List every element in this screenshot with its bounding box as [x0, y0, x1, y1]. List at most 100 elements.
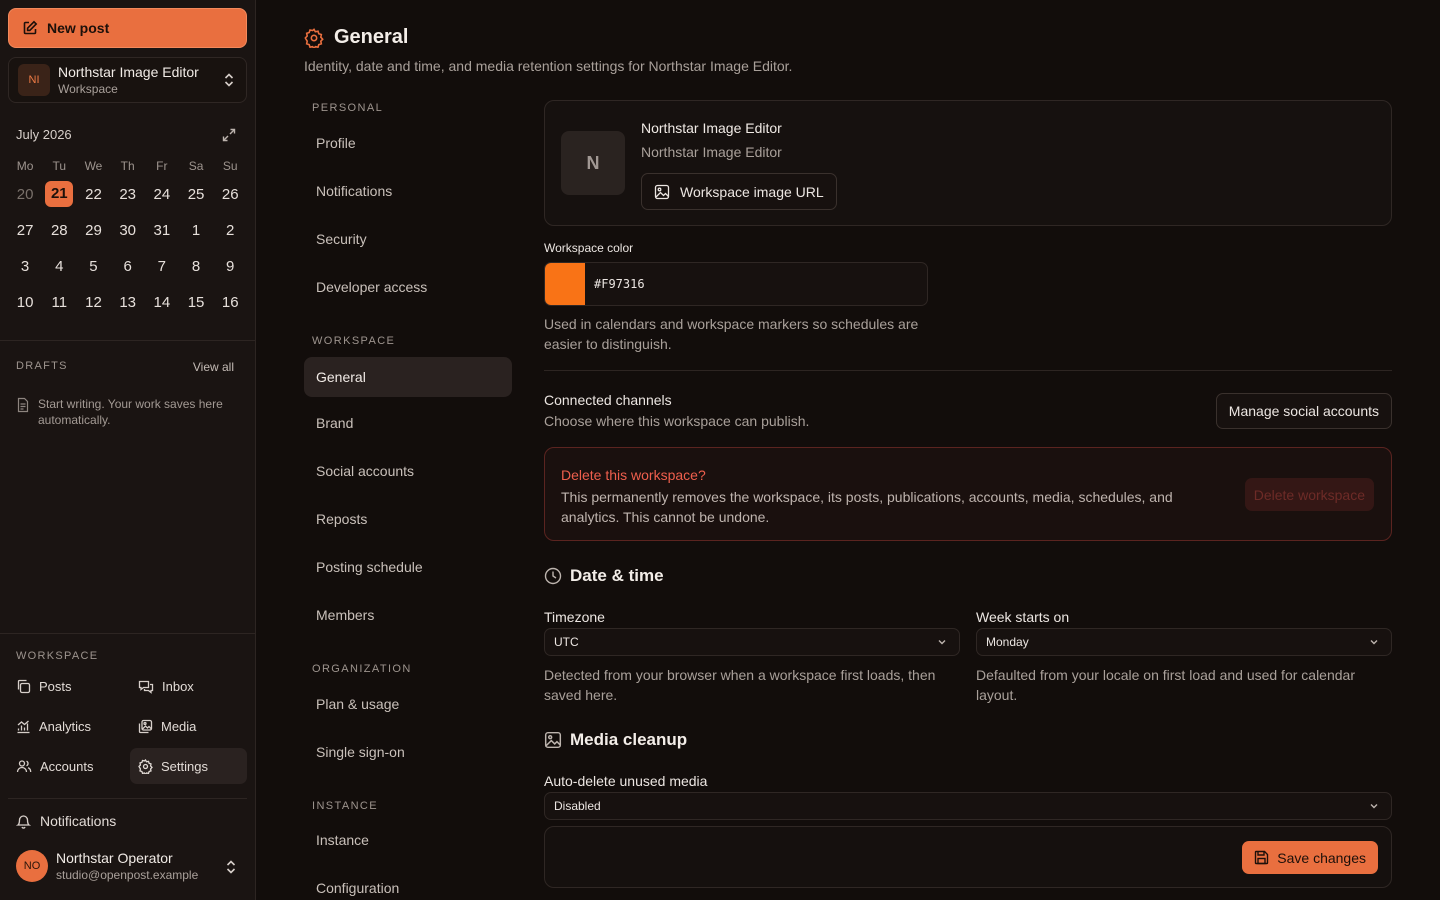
sidebar: New post NI Northstar Image Editor Works…	[0, 0, 256, 900]
sidebar-divider	[0, 340, 255, 341]
workspace-color-value[interactable]: #F97316	[594, 277, 645, 291]
media-cleanup-heading: Media cleanup	[544, 730, 687, 750]
calendar-day[interactable]: 30	[111, 222, 145, 239]
timezone-select[interactable]: UTC	[544, 628, 960, 656]
weekday-label: Fr	[156, 159, 168, 173]
nav-inbox[interactable]: Inbox	[130, 668, 247, 704]
settings-nav-plan-usage[interactable]: Plan & usage	[304, 684, 512, 724]
settings-nav-brand[interactable]: Brand	[304, 403, 512, 443]
page-title: General	[304, 26, 408, 49]
view-all-drafts-link[interactable]: View all	[193, 360, 234, 374]
user-menu[interactable]: NO Northstar Operator studio@openpost.ex…	[16, 850, 246, 882]
manage-social-accounts-button[interactable]: Manage social accounts	[1215, 393, 1392, 429]
save-changes-button[interactable]: Save changes	[1242, 841, 1378, 874]
calendar-day[interactable]: 10	[8, 294, 42, 311]
inbox-icon	[138, 680, 154, 694]
calendar-day[interactable]: 14	[145, 294, 179, 311]
settings-nav-reposts[interactable]: Reposts	[304, 499, 512, 539]
mini-calendar: Mo Tu We Th Fr Sa Su 20 21 22 23 24 25 2…	[8, 156, 248, 320]
calendar-day[interactable]: 8	[179, 258, 213, 275]
calendar-day-today[interactable]: 21	[42, 181, 76, 207]
nav-analytics[interactable]: Analytics	[8, 708, 130, 744]
calendar-day[interactable]: 20	[8, 186, 42, 203]
settings-nav-members[interactable]: Members	[304, 595, 512, 635]
notifications-link[interactable]: Notifications	[16, 813, 116, 829]
settings-nav-notifications[interactable]: Notifications	[304, 171, 512, 211]
notifications-label: Notifications	[40, 813, 117, 829]
chevron-down-icon	[938, 640, 946, 645]
settings-nav-instance[interactable]: Instance	[304, 820, 512, 860]
weekday-label: We	[84, 159, 103, 173]
settings-nav-social-accounts[interactable]: Social accounts	[304, 451, 512, 491]
workspace-image-url-label: Workspace image URL	[680, 183, 824, 200]
delete-workspace-button[interactable]: Delete workspace	[1244, 478, 1374, 511]
settings-nav-developer-access[interactable]: Developer access	[304, 267, 512, 307]
calendar-day[interactable]: 25	[179, 186, 213, 203]
new-post-button[interactable]: New post	[8, 8, 247, 48]
calendar-day[interactable]: 29	[76, 222, 110, 239]
sidebar-divider	[8, 798, 247, 799]
settings-nav-organization-label: ORGANIZATION	[312, 663, 412, 675]
date-time-heading: Date & time	[544, 566, 664, 586]
calendar-day[interactable]: 22	[76, 186, 110, 203]
calendar-day[interactable]: 23	[111, 186, 145, 203]
settings-nav-posting-schedule[interactable]: Posting schedule	[304, 547, 512, 587]
identity-subtitle: Northstar Image Editor	[641, 144, 782, 160]
calendar-day[interactable]: 13	[111, 294, 145, 311]
week-start-label: Week starts on	[976, 609, 1070, 625]
weekday-label: Sa	[188, 159, 204, 173]
nav-posts[interactable]: Posts	[8, 668, 130, 704]
settings-nav-configuration[interactable]: Configuration	[304, 868, 512, 900]
delete-workspace-text: This permanently removes the workspace, …	[561, 489, 1173, 525]
user-email: studio@openpost.example	[56, 868, 199, 882]
workspace-type: Workspace	[58, 82, 118, 96]
week-start-select[interactable]: Monday	[976, 628, 1392, 656]
user-avatar: NO	[16, 850, 48, 882]
settings-nav-security[interactable]: Security	[304, 219, 512, 259]
calendar-day[interactable]: 11	[42, 294, 76, 311]
calendar-day[interactable]: 6	[111, 258, 145, 275]
auto-delete-value: Disabled	[554, 799, 601, 813]
nav-media-label: Media	[161, 718, 197, 734]
chevron-down-icon	[1370, 804, 1378, 809]
identity-name: Northstar Image Editor	[641, 120, 782, 136]
calendar-day[interactable]: 5	[76, 258, 110, 275]
calendar-day[interactable]: 28	[42, 222, 76, 239]
nav-media[interactable]: Media	[130, 708, 247, 744]
workspace-switcher[interactable]: NI Northstar Image Editor Workspace	[8, 57, 247, 103]
calendar-day[interactable]: 24	[145, 186, 179, 203]
color-swatch[interactable]	[545, 263, 585, 305]
calendar-day[interactable]: 16	[213, 294, 247, 311]
calendar-day[interactable]: 7	[145, 258, 179, 275]
settings-nav-single-sign-on[interactable]: Single sign-on	[304, 732, 512, 772]
weekday-label: Su	[222, 159, 238, 173]
weekday-label: Mo	[16, 159, 34, 173]
settings-nav-general[interactable]: General	[304, 357, 512, 397]
calendar-day[interactable]: 1	[179, 222, 213, 239]
nav-accounts[interactable]: Accounts	[8, 748, 130, 784]
calendar-week: 3 4 5 6 7 8 9	[8, 248, 248, 284]
calendar-day[interactable]: 26	[213, 186, 247, 203]
document-icon	[17, 397, 29, 413]
image-icon	[544, 731, 562, 749]
calendar-day[interactable]: 3	[8, 258, 42, 275]
drafts-empty-state: Start writing. Your work saves here auto…	[16, 396, 236, 428]
expand-icon[interactable]	[222, 128, 236, 142]
users-icon	[16, 759, 32, 772]
calendar-day[interactable]: 15	[179, 294, 213, 311]
calendar-day[interactable]: 31	[145, 222, 179, 239]
calendar-day[interactable]: 12	[76, 294, 110, 311]
settings-nav-profile[interactable]: Profile	[304, 123, 512, 163]
calendar-day[interactable]: 27	[8, 222, 42, 239]
auto-delete-select[interactable]: Disabled	[544, 792, 1392, 820]
calendar-header: July 2026	[16, 127, 236, 142]
calendar-day[interactable]: 2	[213, 222, 247, 239]
gear-icon	[138, 758, 153, 774]
workspace-image-url-button[interactable]: Workspace image URL	[641, 173, 837, 210]
save-icon	[1255, 850, 1269, 865]
calendar-day[interactable]: 4	[42, 258, 76, 275]
calendar-day[interactable]: 9	[213, 258, 247, 275]
chevron-down-icon	[1370, 640, 1378, 645]
workspace-color-field[interactable]: #F97316	[544, 262, 928, 306]
nav-settings[interactable]: Settings	[130, 748, 247, 784]
